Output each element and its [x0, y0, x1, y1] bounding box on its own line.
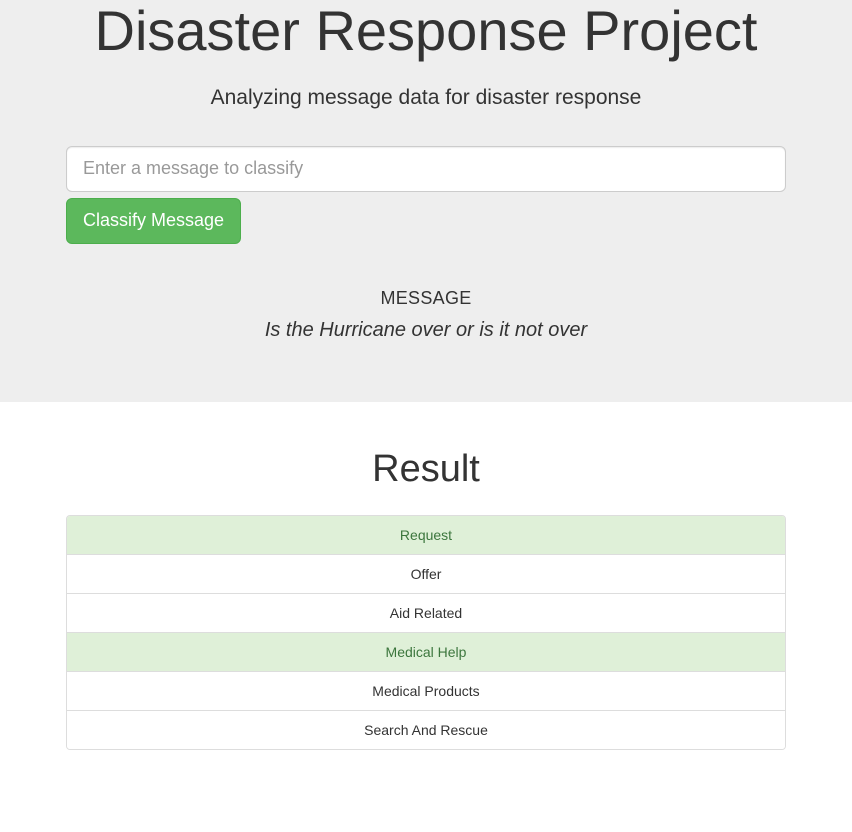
- classify-form: Classify Message: [66, 146, 786, 244]
- result-list: RequestOfferAid RelatedMedical HelpMedic…: [66, 515, 786, 750]
- message-block: MESSAGE Is the Hurricane over or is it n…: [66, 288, 786, 342]
- message-label: MESSAGE: [66, 288, 786, 309]
- page-title: Disaster Response Project: [66, 0, 786, 62]
- result-title: Result: [66, 448, 786, 491]
- classify-button[interactable]: Classify Message: [66, 198, 241, 244]
- message-input[interactable]: [66, 146, 786, 192]
- message-text: Is the Hurricane over or is it not over: [66, 319, 786, 342]
- result-item: Medical Help: [67, 632, 785, 671]
- result-item: Search And Rescue: [67, 710, 785, 749]
- page-subtitle: Analyzing message data for disaster resp…: [66, 86, 786, 110]
- result-item: Medical Products: [67, 671, 785, 710]
- result-item: Aid Related: [67, 593, 785, 632]
- results-section: Result RequestOfferAid RelatedMedical He…: [0, 402, 852, 750]
- hero-section: Disaster Response Project Analyzing mess…: [0, 0, 852, 402]
- result-item: Offer: [67, 554, 785, 593]
- result-item: Request: [67, 516, 785, 554]
